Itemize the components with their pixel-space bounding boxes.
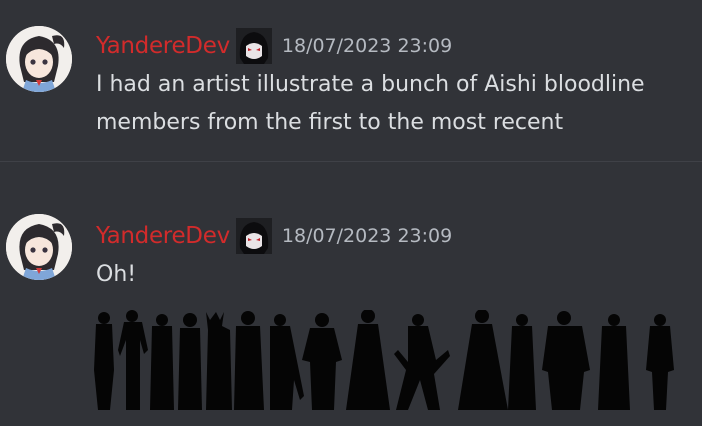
timestamp: 18/07/2023 23:09 — [281, 35, 453, 57]
username[interactable]: YandereDev — [96, 33, 230, 59]
message-1: YandereDev 18/07/2023 23:09 I had an art… — [0, 0, 702, 162]
timestamp: 18/07/2023 23:09 — [281, 225, 453, 247]
message-content: Oh! — [96, 256, 696, 294]
user-avatar[interactable] — [6, 26, 72, 92]
message-line: I had an artist illustrate a bunch of Ai… — [96, 72, 645, 97]
message-2: YandereDev 18/07/2023 23:09 Oh! — [0, 190, 702, 426]
username[interactable]: YandereDev — [96, 223, 230, 249]
anime-face-icon — [235, 218, 272, 254]
message-line: Oh! — [96, 262, 137, 287]
silhouettes-image[interactable] — [90, 310, 690, 420]
anime-face-icon — [235, 28, 272, 64]
message-content: I had an artist illustrate a bunch of Ai… — [96, 66, 696, 142]
message-header: YandereDev 18/07/2023 23:09 — [96, 216, 452, 256]
message-divider — [0, 161, 702, 162]
message-line: members from the first to the most recen… — [96, 110, 564, 135]
user-avatar[interactable] — [6, 214, 72, 280]
message-header: YandereDev 18/07/2023 23:09 — [96, 26, 452, 66]
